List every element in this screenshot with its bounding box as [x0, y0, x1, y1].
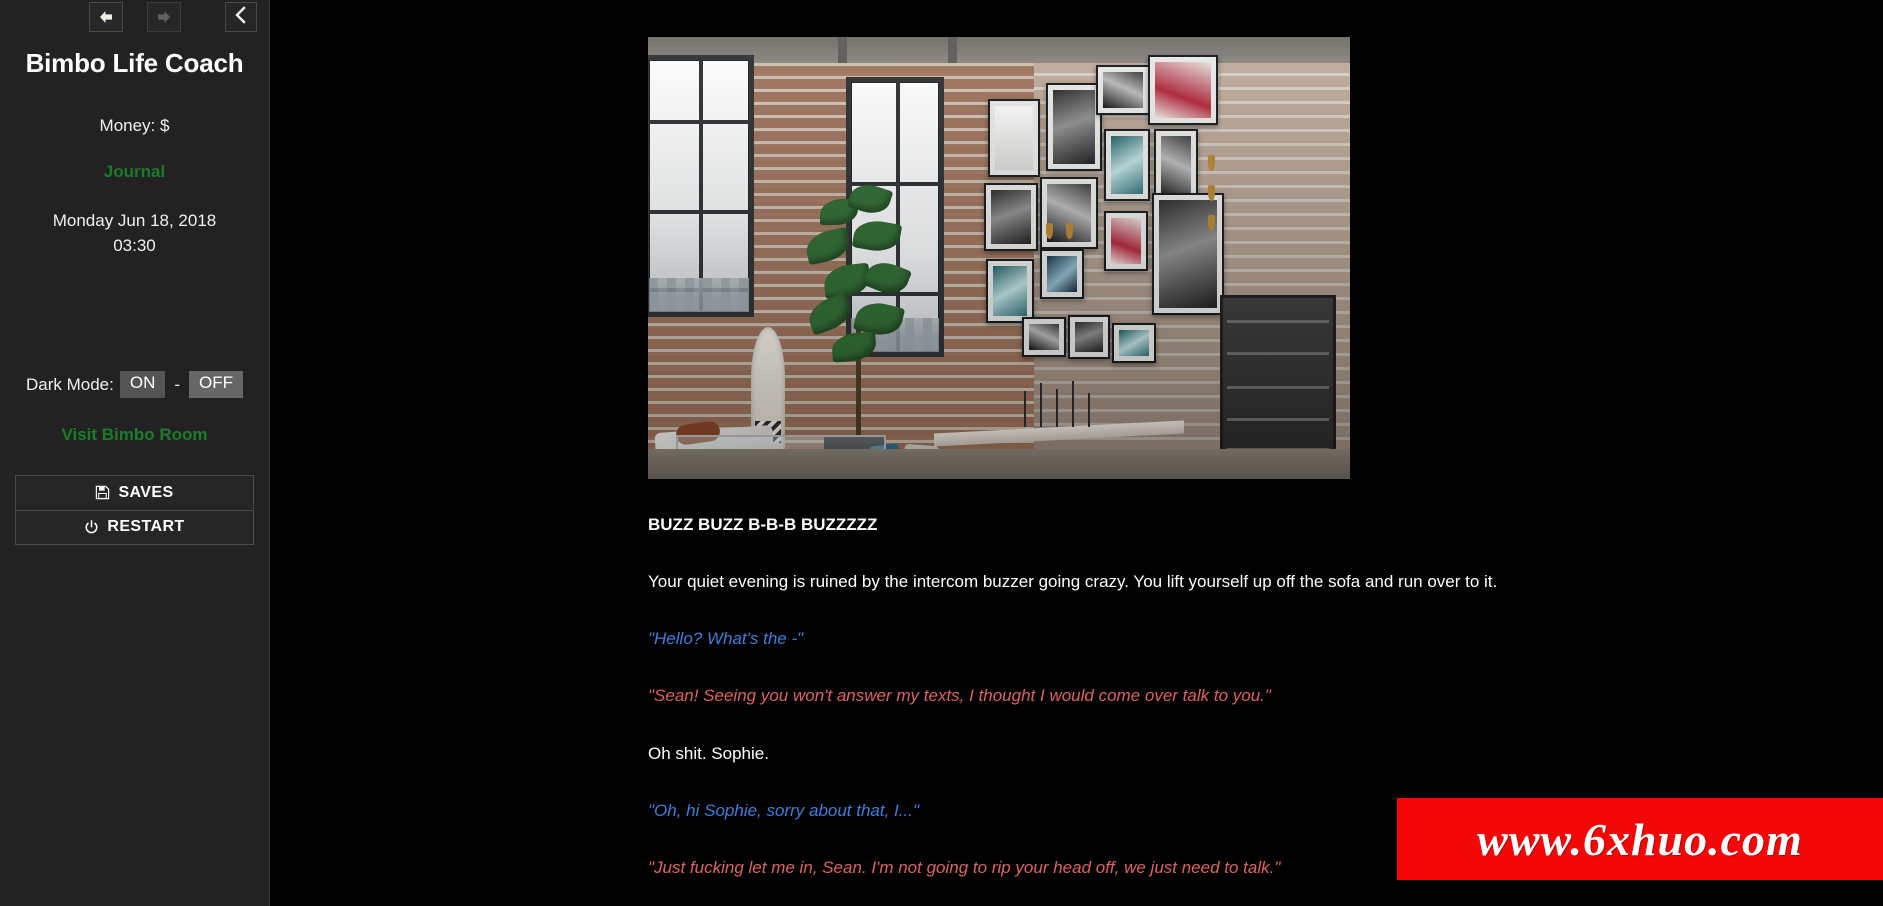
wall-art [1068, 315, 1110, 359]
saves-button[interactable]: SAVES [16, 475, 253, 510]
date-text: Monday Jun 18, 2018 [52, 211, 217, 230]
wall-art [1046, 83, 1102, 171]
shelving-unit [1220, 295, 1336, 465]
money-display: Money: $ [99, 116, 170, 135]
time-text: 03:30 [113, 235, 156, 255]
forward-button[interactable] [146, 2, 181, 32]
story-paragraph: "Just fucking let me in, Sean. I'm not g… [648, 857, 1281, 877]
arrow-right-icon [155, 9, 173, 25]
window-left [648, 55, 754, 317]
dark-mode-toggle: Dark Mode: ON - OFF [0, 371, 269, 398]
floor [648, 449, 1350, 479]
floppy-disk-icon [95, 485, 110, 500]
arrow-left-icon [97, 9, 115, 25]
wall-art [1040, 249, 1084, 299]
main-content: BUZZ BUZZ B-B-B BUZZZZZ Your quiet evenin… [270, 0, 1883, 906]
sidebar: Bimbo Life Coach Money: $ Journal Monday… [0, 0, 270, 906]
wall-art [1104, 211, 1148, 271]
chevron-left-icon [233, 5, 249, 29]
story-paragraph: "Sean! Seeing you won't answer my texts,… [648, 686, 1271, 706]
story-paragraph: Oh shit. Sophie. [648, 743, 769, 763]
wall-art [988, 99, 1040, 177]
wall-art [986, 259, 1034, 323]
sidebar-button-stack: SAVES RESTART [15, 474, 254, 545]
wall-art [1104, 129, 1150, 201]
page-title: Bimbo Life Coach [25, 48, 244, 78]
restart-button[interactable]: RESTART [16, 509, 253, 544]
collapse-sidebar-button[interactable] [225, 2, 257, 32]
story-paragraph: BUZZ BUZZ B-B-B BUZZZZZ [648, 515, 878, 534]
datetime-display: Monday Jun 18, 2018 03:30 [0, 209, 269, 258]
back-button[interactable] [88, 2, 123, 32]
journal-link[interactable]: Journal [0, 162, 269, 182]
power-icon [84, 520, 99, 535]
story-paragraph: "Hello? What's the -" [648, 629, 804, 649]
dark-mode-on-button[interactable]: ON [119, 371, 166, 398]
story-paragraph: Your quiet evening is ruined by the inte… [648, 572, 1498, 592]
watermark-text: www.6xhuo.com [1477, 813, 1803, 865]
wall-art [1112, 323, 1156, 363]
dark-mode-label: Dark Mode: [25, 374, 114, 394]
story-container: BUZZ BUZZ B-B-B BUZZZZZ Your quiet evenin… [648, 37, 1548, 906]
wall-art [1152, 193, 1224, 315]
visit-bimbo-room-link[interactable]: Visit Bimbo Room [0, 425, 269, 445]
restart-button-label: RESTART [107, 518, 185, 536]
wall-art [1096, 65, 1150, 115]
watermark-banner: www.6xhuo.com [1397, 798, 1883, 880]
app-root: Bimbo Life Coach Money: $ Journal Monday… [0, 0, 1883, 906]
saves-button-label: SAVES [118, 483, 174, 501]
dark-mode-separator: - [174, 374, 181, 394]
wall-art [1148, 55, 1218, 125]
wall-art [1022, 317, 1066, 357]
dark-mode-off-button[interactable]: OFF [189, 371, 244, 398]
sidebar-nav-row [0, 0, 269, 34]
plant [798, 177, 928, 437]
scene-image [648, 37, 1350, 479]
wall-art [984, 183, 1038, 251]
story-paragraph: "Oh, hi Sophie, sorry about that, I..." [648, 800, 919, 820]
